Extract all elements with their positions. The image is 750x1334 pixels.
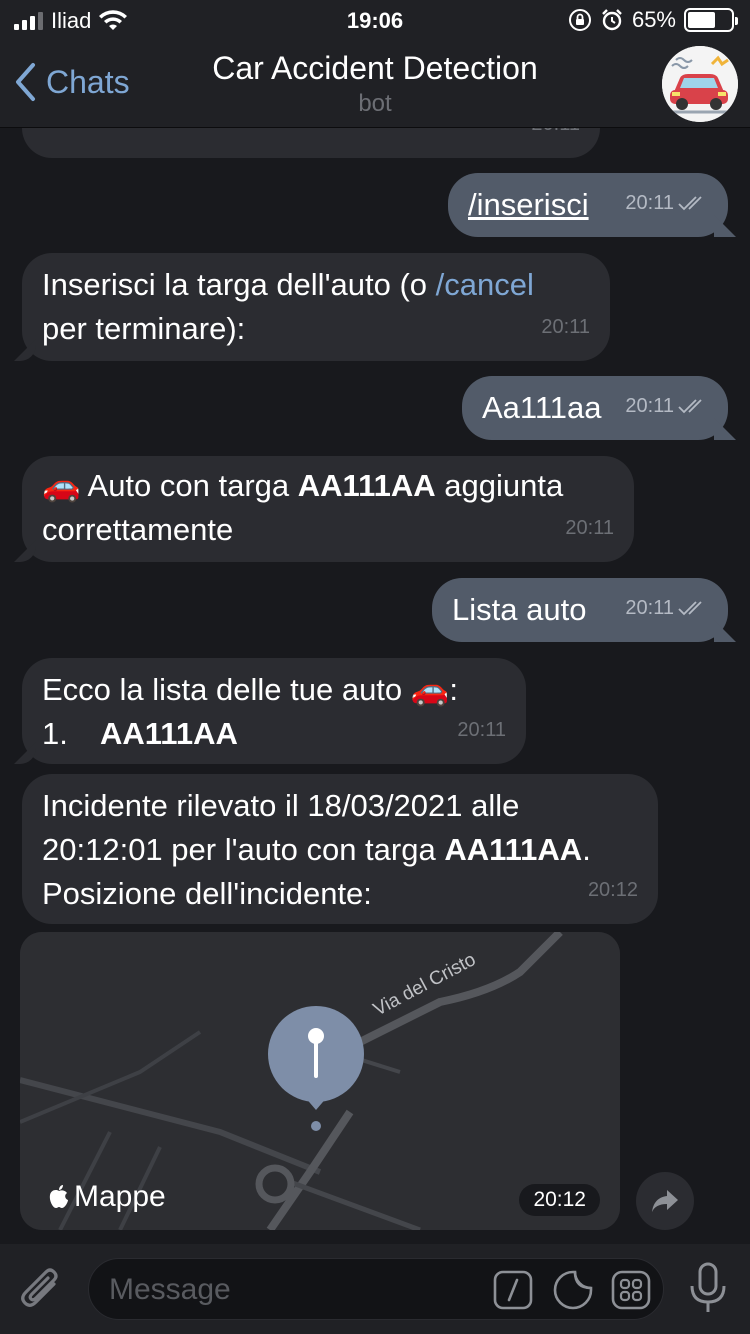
text-part: Inserisci la targa dell'auto (o: [42, 267, 436, 302]
time-text: 20:11: [531, 128, 580, 146]
message-bubble-partial[interactable]: 20:11: [22, 128, 600, 158]
message-incoming[interactable]: Incidente rilevato il 18/03/2021 alle 20…: [22, 774, 658, 924]
text-part: Auto con targa: [80, 468, 298, 503]
text-part: per terminare):: [42, 311, 246, 346]
attach-button[interactable]: [18, 1264, 66, 1321]
message-input[interactable]: [109, 1269, 489, 1311]
chat-area[interactable]: 20:11 /inserisci 20:11 Inserisci la targ…: [0, 128, 750, 1244]
share-button[interactable]: [636, 1172, 694, 1230]
bot-keyboard-icon[interactable]: [611, 1270, 651, 1310]
status-right: 65%: [568, 7, 738, 33]
time-text: 20:11: [565, 517, 614, 539]
location-map[interactable]: Via del Cristo Mappe 20:12: [20, 932, 620, 1230]
input-bar: [0, 1244, 750, 1334]
car-emoji: 🚗: [42, 468, 81, 503]
message-time: 20:11: [531, 128, 580, 146]
message-text: Inserisci la targa dell'auto (o /cancel …: [42, 263, 602, 351]
battery-fill: [688, 12, 716, 28]
message-text: Incidente rilevato il 18/03/2021 alle 20…: [42, 784, 652, 916]
crashed-car-icon: [662, 46, 738, 122]
message-input-container[interactable]: [88, 1258, 664, 1320]
text-part: Posizione dell'incidente:: [42, 876, 372, 911]
list-item-plate: AA111AA: [100, 716, 238, 751]
message-meta: 20:11: [541, 305, 590, 349]
text-part: :: [449, 672, 459, 707]
text-part: aggiunta: [435, 468, 564, 503]
voice-record-button[interactable]: [688, 1262, 728, 1319]
location-pin-icon: [268, 1006, 364, 1131]
time-text: 20:11: [625, 395, 674, 417]
time-text: 20:11: [625, 192, 674, 214]
message-meta: 20:11: [625, 384, 708, 428]
message-incoming[interactable]: Ecco la lista delle tue auto 🚗: 1. AA111A…: [22, 658, 526, 764]
message-meta: 20:12: [588, 868, 638, 912]
message-outgoing[interactable]: Lista auto 20:11: [432, 578, 728, 642]
battery-icon: [684, 8, 738, 32]
bot-avatar[interactable]: [662, 46, 738, 122]
cancel-command-link[interactable]: /cancel: [436, 267, 534, 302]
command-link[interactable]: /inserisci: [468, 183, 589, 227]
battery-percent: 65%: [631, 7, 676, 32]
message-outgoing[interactable]: Aa111aa 20:11: [462, 376, 728, 440]
time-text: 20:11: [457, 719, 506, 741]
message-outgoing[interactable]: /inserisci 20:11: [448, 173, 728, 237]
double-check-icon: [678, 399, 702, 414]
alarm-icon: [602, 9, 622, 31]
plate-text: AA111AA: [297, 468, 436, 503]
car-emoji: 🚗: [410, 672, 450, 707]
plate-text: AA111AA: [444, 832, 583, 867]
text-part: 20:12:01 per l'auto con targa: [42, 832, 445, 867]
list-item-number: 1.: [42, 716, 68, 751]
nav-bar: Chats Car Accident Detection bot: [0, 40, 750, 128]
message-incoming[interactable]: 🚗 Auto con targa AA111AA aggiunta corret…: [22, 456, 634, 562]
rotation-lock-icon: [568, 9, 591, 31]
text-part: Ecco la lista delle tue auto: [42, 672, 411, 707]
maps-attribution: Mappe: [48, 1180, 166, 1214]
status-bar: Iliad 19:06 65%: [0, 0, 750, 40]
microphone-icon: [690, 1262, 726, 1312]
message-meta: 20:11: [625, 181, 708, 225]
message-text: Lista auto: [452, 592, 587, 627]
double-check-icon: [678, 601, 702, 616]
text-part: .: [582, 832, 591, 867]
message-meta: 20:11: [625, 586, 708, 630]
time-text: 20:12: [587, 879, 638, 901]
chat-title[interactable]: Car Accident Detection: [0, 50, 750, 87]
text-part: Incidente rilevato il 18/03/2021 alle: [42, 788, 520, 823]
double-check-icon: [678, 196, 702, 211]
message-text: Ecco la lista delle tue auto 🚗: 1. AA111A…: [42, 668, 522, 756]
message-text: Aa111aa: [482, 390, 602, 425]
message-incoming[interactable]: Inserisci la targa dell'auto (o /cancel …: [22, 253, 610, 361]
paperclip-icon: [21, 1268, 58, 1307]
time-text: 20:11: [541, 316, 590, 338]
sticker-icon[interactable]: [553, 1270, 593, 1310]
commands-icon[interactable]: [493, 1270, 533, 1310]
map-message-time: 20:12: [519, 1184, 600, 1216]
share-arrow-icon: [652, 1190, 678, 1212]
chat-subtitle: bot: [358, 90, 392, 117]
message-meta: 20:11: [457, 708, 506, 752]
time-text: 20:11: [625, 597, 674, 619]
maps-brand: Mappe: [74, 1180, 166, 1213]
message-text: 🚗 Auto con targa AA111AA aggiunta corret…: [42, 464, 632, 552]
apple-logo-icon: [49, 1185, 68, 1208]
message-meta: 20:11: [565, 506, 614, 550]
text-part: correttamente: [42, 512, 234, 547]
